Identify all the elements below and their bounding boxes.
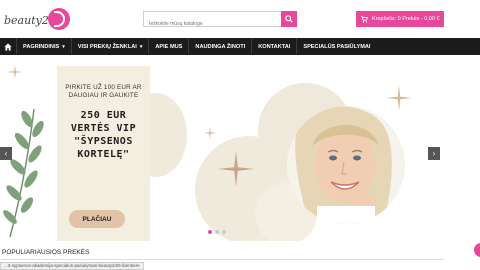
slider-pagination xyxy=(208,230,226,234)
slider-next-button[interactable]: › xyxy=(428,147,440,160)
model-portrait-image xyxy=(287,106,405,224)
sparkle-icon xyxy=(8,65,22,79)
main-nav: PAGRINDINIS ▾ VISI PREKIŲ ŽENKLAI ▾ APIE… xyxy=(0,38,480,55)
search-box xyxy=(143,11,296,31)
sparkle-icon xyxy=(204,127,216,139)
nav-item-brands[interactable]: VISI PREKIŲ ŽENKLAI ▾ xyxy=(72,38,149,55)
section-title: POPULIARIAUSIOS PREKĖS xyxy=(2,249,90,256)
more-button[interactable]: PLAČIAU xyxy=(69,210,125,228)
cart-label: Krepšelis: 0 Prekės - 0,00 € xyxy=(372,16,440,22)
search-button[interactable] xyxy=(281,11,297,27)
slider-prev-button[interactable]: ‹ xyxy=(0,147,12,160)
nav-item-label: KONTAKTAI xyxy=(258,43,291,50)
chat-icon[interactable] xyxy=(474,243,480,257)
portrait-illustration xyxy=(287,106,405,224)
nav-item-pagrindinis[interactable]: PAGRINDINIS ▾ xyxy=(17,38,71,55)
search-input[interactable] xyxy=(144,17,278,31)
site-header: beauty24 Krepšelis: 0 Prekės - 0,00 € xyxy=(0,0,480,38)
nav-item-about[interactable]: APIE MUS xyxy=(149,38,188,55)
promo-headline-line: KORTELĘ" xyxy=(77,149,130,160)
promo-headline-line: 250 EUR xyxy=(80,110,127,121)
slider-dot[interactable] xyxy=(208,230,212,234)
slider-dot[interactable] xyxy=(215,230,219,234)
site-logo[interactable]: beauty24 xyxy=(4,8,70,34)
slider-dot[interactable] xyxy=(222,230,226,234)
promo-headline-line: VERTĖS VIP xyxy=(70,123,137,134)
nav-item-special-offers[interactable]: SPECIALŪS PASIŪLYMAI xyxy=(297,38,376,55)
nav-item-label: SPECIALŪS PASIŪLYMAI xyxy=(303,43,371,50)
status-bar-url: ...3-sypsenos-akademija-specialus-pasiul… xyxy=(0,262,144,270)
nav-item-contacts[interactable]: KONTAKTAI xyxy=(252,38,296,55)
sparkle-icon xyxy=(386,85,412,111)
section-divider xyxy=(0,259,444,260)
chevron-down-icon: ▾ xyxy=(62,43,65,50)
hero-slider: PIRKITE UŽ 100 EUR AR DAUGIAU IR GAUKITE… xyxy=(0,63,480,241)
promo-subtitle: PIRKITE UŽ 100 EUR AR DAUGIAU IR GAUKITE xyxy=(65,84,142,99)
promo-card: PIRKITE UŽ 100 EUR AR DAUGIAU IR GAUKITE… xyxy=(57,66,150,241)
promo-headline: 250 EUR VERTĖS VIP "ŠYPSENOS KORTELĘ" xyxy=(57,109,150,161)
nav-home[interactable] xyxy=(0,38,16,55)
leaf-branch-icon xyxy=(3,108,44,238)
sparkle-icon xyxy=(218,151,254,187)
nav-item-label: NAUDINGA ŽINOTI xyxy=(195,43,246,50)
cart-icon xyxy=(361,15,368,23)
nav-item-useful-info[interactable]: NAUDINGA ŽINOTI xyxy=(189,38,251,55)
nav-item-label: PAGRINDINIS xyxy=(23,43,60,50)
chevron-down-icon: ▾ xyxy=(139,43,143,50)
promo-headline-line: "ŠYPSENOS xyxy=(74,136,133,147)
nav-item-label: APIE MUS xyxy=(155,43,183,50)
nav-item-label: VISI PREKIŲ ŽENKLAI xyxy=(77,43,137,50)
search-icon xyxy=(285,15,293,23)
cart-button[interactable]: Krepšelis: 0 Prekės - 0,00 € xyxy=(356,11,444,27)
home-icon xyxy=(4,42,12,51)
